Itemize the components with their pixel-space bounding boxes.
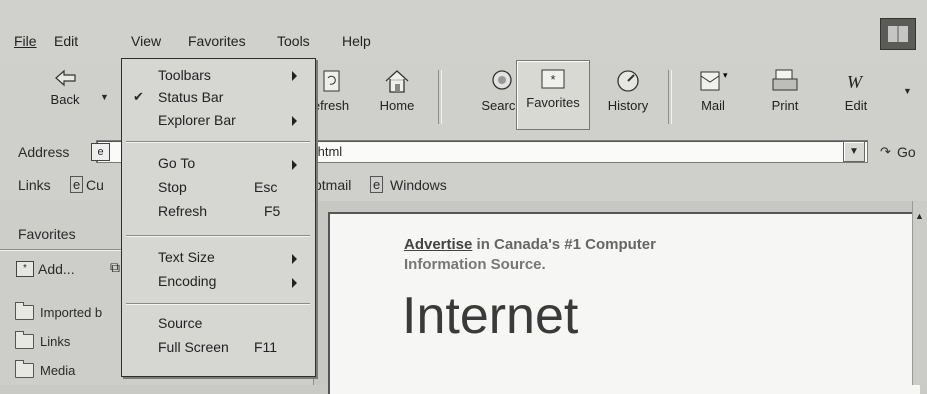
menu-item-refresh[interactable]: Refresh [158,203,207,219]
add-favorite-icon: * [16,261,34,277]
submenu-arrow-icon [292,160,297,170]
back-label: Back [50,92,80,107]
home-icon [385,70,409,93]
submenu-arrow-icon [292,278,297,288]
page-e-icon: e [91,143,110,161]
printer-icon [772,69,798,91]
menu-bar: File Edit View Favorites Tools Help [0,0,927,59]
address-dropdown-button[interactable]: ▼ [843,141,865,162]
favorites-folder[interactable]: Media [15,360,76,378]
link-item-1[interactable]: Cu [86,177,104,193]
menu-item-status-bar[interactable]: Status Bar [158,89,223,105]
advertise-line-2: Information Source. [404,256,546,273]
menu-favorites[interactable]: Favorites [188,33,246,49]
favorites-add-button[interactable]: * Add... [16,261,75,277]
refresh-icon [323,70,340,92]
menu-separator [126,141,310,143]
edit-button[interactable]: W Edit [834,64,878,128]
menu-separator [126,235,310,237]
shortcut-refresh: F5 [264,203,281,219]
back-button[interactable]: Back [40,64,90,128]
submenu-arrow-icon [292,116,297,126]
search-icon [492,70,512,90]
favorites-add-label: Add... [38,261,75,277]
menu-item-toolbars[interactable]: Toolbars [158,67,211,83]
menu-item-source[interactable]: Source [158,315,202,331]
favorites-button[interactable]: * Favorites [516,60,590,130]
submenu-arrow-icon [292,71,297,81]
menu-tools[interactable]: Tools [277,33,310,49]
menu-help[interactable]: Help [342,33,371,49]
favorites-star-icon: * [541,69,565,89]
checkmark-icon: ✔ [133,89,144,104]
print-button[interactable]: Print [760,64,810,128]
menu-item-encoding[interactable]: Encoding [158,273,216,289]
history-icon [617,70,639,92]
mail-label: Mail [701,98,725,113]
edit-label: Edit [844,98,868,113]
back-dropdown-icon[interactable]: ▼ [100,92,109,102]
menu-item-explorer-bar[interactable]: Explorer Bar [158,112,236,128]
link-item-windows[interactable]: Windows [390,177,447,193]
folder-icon [15,360,34,378]
link-e-icon: e [70,176,84,193]
folder-icon [15,302,34,320]
print-label: Print [771,98,799,113]
menu-item-go-to[interactable]: Go To [158,155,195,171]
folder-label: Media [40,363,76,378]
folder-label: Imported b [40,305,103,320]
menu-view[interactable]: View [131,33,161,49]
go-arrow-icon[interactable]: ↷ [880,144,891,160]
shortcut-full-screen: F11 [254,339,278,355]
link-e-icon: e [370,176,384,193]
back-arrow-icon [55,69,76,87]
link-item-hotmail[interactable]: otmail [314,177,351,193]
refresh-label: efresh [312,98,350,113]
folder-icon [15,331,34,349]
svg-text:▾: ▾ [723,70,728,80]
home-label: Home [379,98,415,113]
go-button[interactable]: Go [897,144,916,160]
toolbar-separator [668,70,672,124]
favorites-folder[interactable]: Links [15,331,71,349]
address-label: Address [18,144,70,160]
menu-item-stop[interactable]: Stop [158,179,187,195]
windows-logo-icon [880,18,916,50]
folder-label: Links [40,334,71,349]
menu-separator [126,303,310,305]
toolbar-separator [438,70,442,124]
submenu-arrow-icon [292,254,297,264]
scroll-up-icon[interactable]: ▲ [915,211,924,221]
favorites-label: Favorites [526,95,580,110]
home-button[interactable]: Home [372,64,422,128]
mail-button[interactable]: ▾ Mail [688,64,738,128]
shortcut-stop: Esc [254,179,278,195]
menu-file[interactable]: File [14,33,37,49]
address-value: .html [314,144,343,159]
refresh-button[interactable]: efresh [311,64,351,128]
svg-text:W: W [847,72,864,92]
history-button[interactable]: History [600,64,656,128]
favorites-pane-title: Favorites [18,226,76,242]
svg-text:*: * [550,72,555,87]
menu-edit[interactable]: Edit [54,33,78,49]
advertise-rest: in Canada's #1 Computer [472,236,656,253]
advertise-link[interactable]: Advertise [404,236,472,253]
menu-item-text-size[interactable]: Text Size [158,249,215,265]
page-heading: Internet [402,287,579,345]
organize-icon[interactable]: ⧉ [110,259,120,276]
advertise-text: Advertise in Canada's #1 Computer [404,236,656,253]
word-edit-icon: W [847,72,864,92]
web-page: Advertise in Canada's #1 Computer Inform… [328,212,920,394]
edit-dropdown-icon[interactable]: ▼ [903,86,912,96]
menu-item-full-screen[interactable]: Full Screen [158,339,229,355]
links-label: Links [18,177,51,193]
vertical-scrollbar[interactable]: ▲ [912,201,927,385]
view-menu: Toolbars ✔ Status Bar Explorer Bar Go To… [121,58,316,377]
mail-icon: ▾ [700,70,728,91]
favorites-folder[interactable]: Imported b [15,302,103,320]
history-label: History [607,98,649,113]
